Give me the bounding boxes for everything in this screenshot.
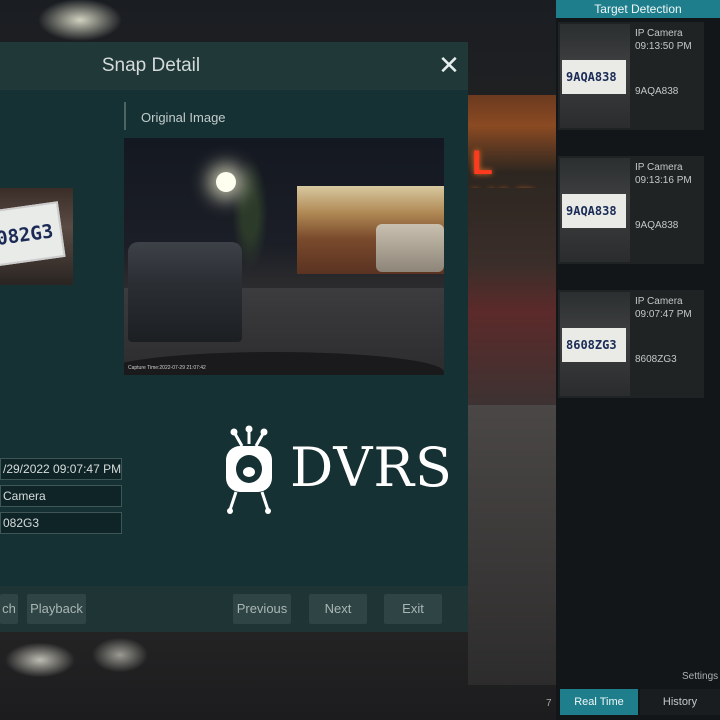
- original-image: Capture Time:2022-07-29 21:07:42: [124, 138, 444, 375]
- storefront-sign: L VAP: [468, 140, 556, 188]
- capture-time-field: /29/2022 09:07:47 PM: [0, 458, 122, 480]
- detection-thumbnail: 9AQA838: [560, 158, 630, 262]
- thumbnail-plate: 9AQA838: [562, 60, 626, 94]
- plate-crop-text: 082G3: [0, 220, 55, 251]
- detection-plate: 9AQA838: [635, 86, 679, 97]
- detection-thumbnail: 8608ZG3: [560, 292, 630, 396]
- thumbnail-plate: 8608ZG3: [562, 328, 626, 362]
- plate-crop-image: 082G3: [0, 188, 73, 285]
- detection-plate: 9AQA838: [635, 220, 679, 231]
- settings-link[interactable]: Settings: [682, 671, 718, 682]
- section-divider: [124, 102, 126, 130]
- previous-button[interactable]: Previous: [233, 594, 291, 624]
- street-light: [216, 172, 236, 192]
- dialog-header: Snap Detail ✕: [0, 42, 468, 90]
- playback-button[interactable]: Playback: [27, 594, 86, 624]
- detection-thumbnail: 9AQA838: [560, 24, 630, 128]
- capture-caption: Capture Time:2022-07-29 21:07:42: [128, 365, 206, 371]
- exit-button[interactable]: Exit: [384, 594, 442, 624]
- thumbnail-plate: 9AQA838: [562, 194, 626, 228]
- dvrs-watermark: DVRS: [220, 424, 452, 516]
- watermark-text: DVRS: [290, 436, 453, 499]
- tab-real-time[interactable]: Real Time: [560, 689, 638, 715]
- original-image-label: Original Image: [141, 110, 226, 125]
- parking-lot-background: [468, 405, 556, 685]
- detection-camera: IP Camera: [635, 162, 683, 173]
- detection-camera: IP Camera: [635, 28, 683, 39]
- thumbnail-plate-text: 9AQA838: [566, 70, 617, 84]
- search-button[interactable]: ch: [0, 594, 18, 624]
- storefront-sign-text: L VAP: [472, 144, 537, 188]
- license-plate-crop: 082G3: [0, 201, 66, 267]
- detection-time: 09:13:16 PM: [635, 175, 692, 186]
- close-icon[interactable]: ✕: [436, 52, 462, 78]
- tab-history[interactable]: History: [640, 689, 720, 715]
- dialog-title: Snap Detail: [101, 55, 201, 76]
- plate-number-field: 082G3: [0, 512, 122, 534]
- truck-background: [376, 224, 444, 272]
- detection-item[interactable]: 8608ZG3 IP Camera 09:07:47 PM 8608ZG3: [558, 290, 704, 398]
- detection-item[interactable]: 9AQA838 IP Camera 09:13:16 PM 9AQA838: [558, 156, 704, 264]
- snap-detail-dialog: Snap Detail ✕ Original Image 082G3 Captu…: [0, 42, 468, 632]
- truck-foreground: [128, 242, 242, 342]
- detection-time: 09:07:47 PM: [635, 309, 692, 320]
- dvr-screen: L VAP 7 Snap Detail ✕ Original Image 082…: [0, 0, 720, 720]
- camera-name-field: Camera: [0, 485, 122, 507]
- panel-title: Target Detection: [556, 0, 720, 18]
- channel-number: 7: [546, 698, 552, 709]
- detection-plate: 8608ZG3: [635, 354, 677, 365]
- detection-item[interactable]: 9AQA838 IP Camera 09:13:50 PM 9AQA838: [558, 22, 704, 130]
- thumbnail-plate-text: 8608ZG3: [566, 338, 617, 352]
- tv-logo-icon: [226, 425, 272, 514]
- thumbnail-plate-text: 9AQA838: [566, 204, 617, 218]
- detection-time: 09:13:50 PM: [635, 41, 692, 52]
- next-button[interactable]: Next: [309, 594, 367, 624]
- detection-camera: IP Camera: [635, 296, 683, 307]
